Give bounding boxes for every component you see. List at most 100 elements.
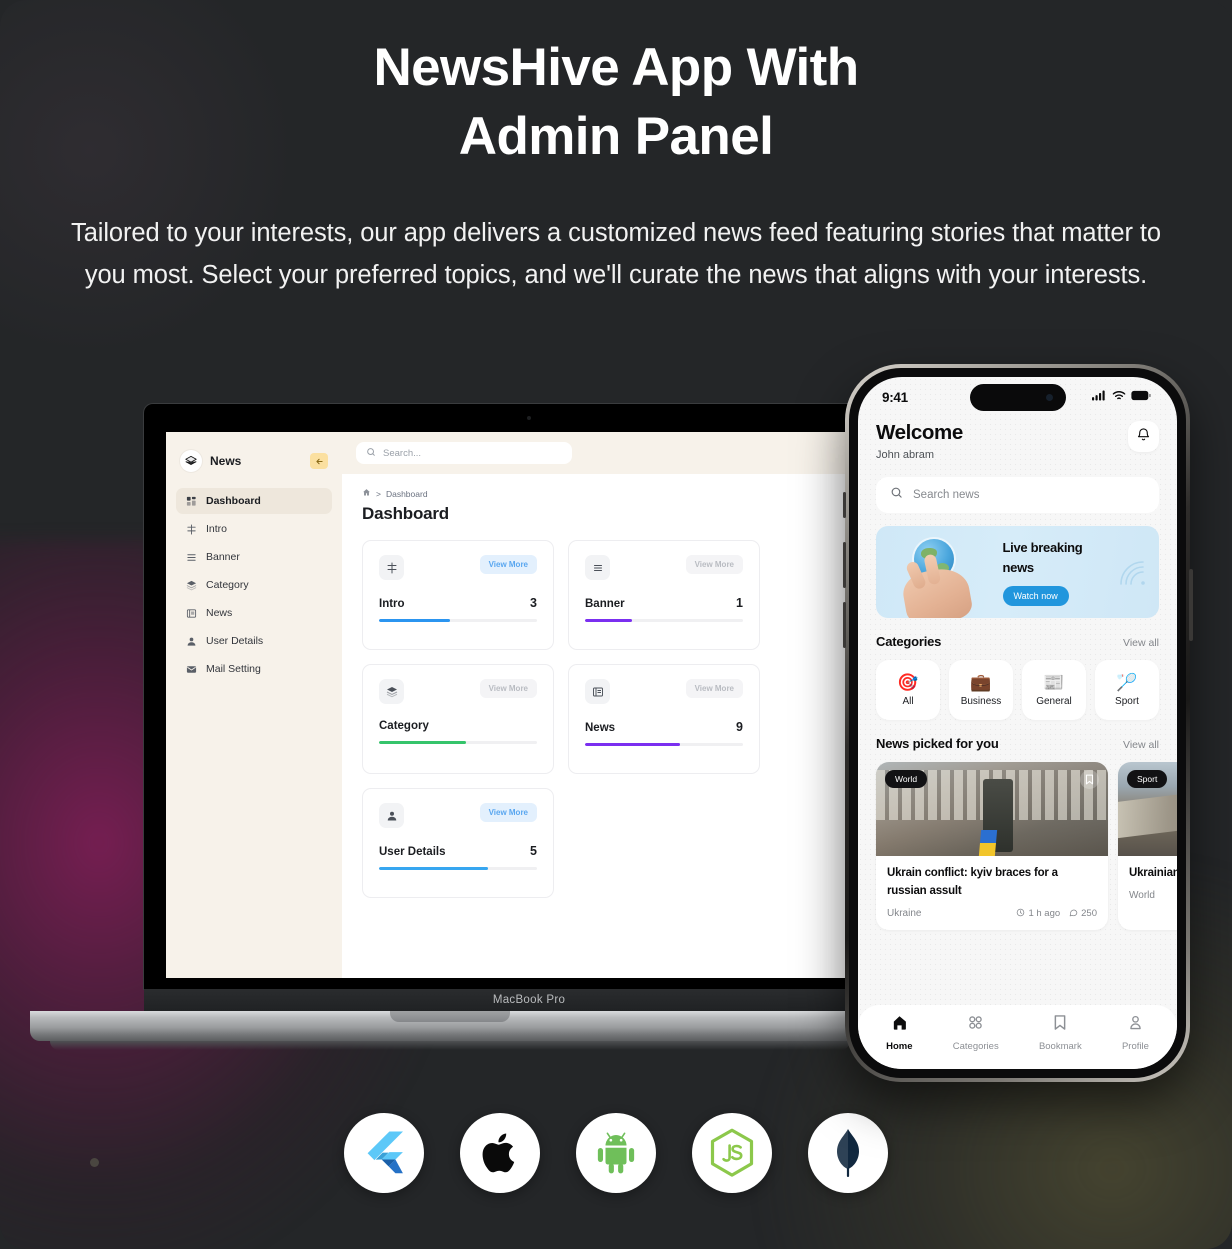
categories-view-all-link[interactable]: View all [1123, 637, 1159, 649]
stat-card-label: Category [379, 720, 429, 732]
search-input[interactable]: Search... [356, 442, 572, 464]
news-source: Ukraine [887, 908, 922, 920]
tab-bookmark[interactable]: Bookmark [1039, 1014, 1082, 1052]
hand-illustration [899, 564, 975, 618]
stat-card-label: News [585, 722, 616, 734]
sidebar-item-banner[interactable]: Banner [176, 544, 332, 570]
stat-card-label: User Details [379, 846, 446, 858]
tab-label: Home [886, 1041, 913, 1052]
view-more-button[interactable]: View More [479, 803, 537, 822]
news-time-label: 1 h ago [1028, 908, 1061, 920]
news-comment-count: 250 [1081, 908, 1097, 920]
admin-sidebar: News Dashboard Intro Banner Category New… [166, 432, 342, 978]
categories-title: Categories [876, 634, 942, 649]
signal-icon [1092, 388, 1107, 406]
home-icon[interactable] [362, 488, 371, 499]
news-thumbnail: Sport [1118, 762, 1177, 856]
nodejs-logo [692, 1113, 772, 1193]
sidebar-item-dashboard[interactable]: Dashboard [176, 488, 332, 514]
status-bar: 9:41 [858, 377, 1177, 417]
stat-card-user-details[interactable]: View More User Details 5 [362, 788, 554, 898]
grid-dots-icon [967, 1014, 984, 1036]
news-meta: World [1129, 890, 1177, 901]
newspaper-icon [185, 607, 197, 619]
lines-icon [585, 555, 610, 580]
breadcrumb: > Dashboard [362, 488, 894, 499]
category-label: All [902, 695, 914, 707]
watch-now-button[interactable]: Watch now [1002, 585, 1069, 606]
sidebar-item-label: Category [206, 579, 249, 591]
sidebar-item-intro[interactable]: Intro [176, 516, 332, 542]
news-comments: 250 [1069, 908, 1097, 920]
apple-logo [460, 1113, 540, 1193]
hero-subtitle: Tailored to your interests, our app deli… [71, 218, 1161, 290]
category-item-all[interactable]: 🎯 All [876, 660, 940, 720]
view-more-button[interactable]: View More [479, 679, 537, 698]
sidebar-item-label: News [206, 607, 233, 619]
admin-topbar: Search... [342, 432, 914, 474]
category-label: Business [960, 695, 1002, 707]
live-breaking-banner[interactable]: Live breaking news Watch now [876, 526, 1159, 618]
stat-card-count: 3 [530, 596, 537, 610]
home-icon [891, 1014, 908, 1036]
sidebar-item-label: Dashboard [206, 495, 261, 507]
front-camera-icon [1045, 394, 1053, 401]
globe-hand-illustration [876, 526, 1001, 618]
stat-card-intro[interactable]: View More Intro 3 [362, 540, 554, 650]
sidebar-collapse-button[interactable] [310, 453, 328, 469]
sidebar-item-mail-setting[interactable]: Mail Setting [176, 656, 332, 682]
sidebar-item-news[interactable]: News [176, 600, 332, 626]
sidebar-item-user-details[interactable]: User Details [176, 628, 332, 654]
tab-categories[interactable]: Categories [953, 1014, 999, 1052]
battery-icon [1131, 388, 1151, 406]
welcome-title: Welcome [876, 421, 963, 444]
sidebar-header: News [176, 444, 332, 488]
newspaper-icon [585, 679, 610, 704]
volume-down-button[interactable] [842, 602, 846, 648]
news-card[interactable]: Sport Ukrainian the popul World [1118, 762, 1177, 930]
iphone-mockup: 9:41 Welcome John abram Search news Live… [842, 364, 1193, 1082]
category-label: Sport [1115, 695, 1139, 707]
category-item-general[interactable]: 📰 General [1022, 660, 1086, 720]
view-more-button[interactable]: View More [479, 555, 537, 574]
tab-home[interactable]: Home [886, 1014, 913, 1052]
tab-profile[interactable]: Profile [1122, 1014, 1149, 1052]
news-search-input[interactable]: Search news [876, 477, 1159, 513]
category-item-sport[interactable]: 🏸 Sport [1095, 660, 1159, 720]
wifi-icon [1112, 388, 1126, 406]
sidebar-item-label: User Details [206, 635, 264, 647]
news-card[interactable]: World Ukrain conflict: kyiv braces for a… [876, 762, 1108, 930]
macbook-mockup: News Dashboard Intro Banner Category New… [30, 404, 914, 1050]
page-title: NewsHive App With Admin Panel [0, 34, 1232, 172]
stat-card-category[interactable]: View More Category [362, 664, 554, 774]
phone-screen: 9:41 Welcome John abram Search news Live… [858, 377, 1177, 1069]
stat-card-news[interactable]: View More News 9 [568, 664, 760, 774]
news-tag: World [885, 770, 928, 788]
comment-icon [1069, 908, 1078, 920]
bookmark-button[interactable] [1080, 770, 1099, 789]
stat-card-banner[interactable]: View More Banner 1 [568, 540, 760, 650]
picked-view-all-link[interactable]: View all [1123, 739, 1159, 751]
stat-card-count: 1 [736, 596, 743, 610]
promo-banner: NewsHive App With Admin Panel Tailored t… [0, 0, 1232, 1249]
title-line-1: NewsHive App With [373, 38, 859, 97]
user-icon [185, 635, 197, 647]
tab-label: Bookmark [1038, 1041, 1082, 1052]
category-item-business[interactable]: 💼 Business [949, 660, 1013, 720]
stat-card-grid: View More Intro 3 View More Banner 1 Vie… [362, 540, 894, 898]
sidebar-item-label: Intro [206, 523, 228, 535]
view-more-button[interactable]: View More [685, 555, 743, 574]
notification-button[interactable] [1128, 421, 1159, 452]
sidebar-item-category[interactable]: Category [176, 572, 332, 598]
mute-switch[interactable] [843, 492, 846, 518]
categories-section-header: Categories View all [876, 634, 1159, 649]
view-more-button[interactable]: View More [685, 679, 743, 698]
news-search-placeholder: Search news [913, 489, 980, 501]
news-meta: Ukraine 1 h ago 250 [887, 908, 1097, 920]
news-card-list: World Ukrain conflict: kyiv braces for a… [876, 762, 1177, 930]
volume-up-button[interactable] [842, 542, 846, 588]
news-title: Ukrain conflict: kyiv braces for a russi… [887, 867, 1058, 897]
power-button[interactable] [1189, 569, 1193, 641]
admin-content: Search... > Dashboard Dashboard View Mor… [342, 432, 914, 978]
laptop-base [30, 1011, 870, 1050]
